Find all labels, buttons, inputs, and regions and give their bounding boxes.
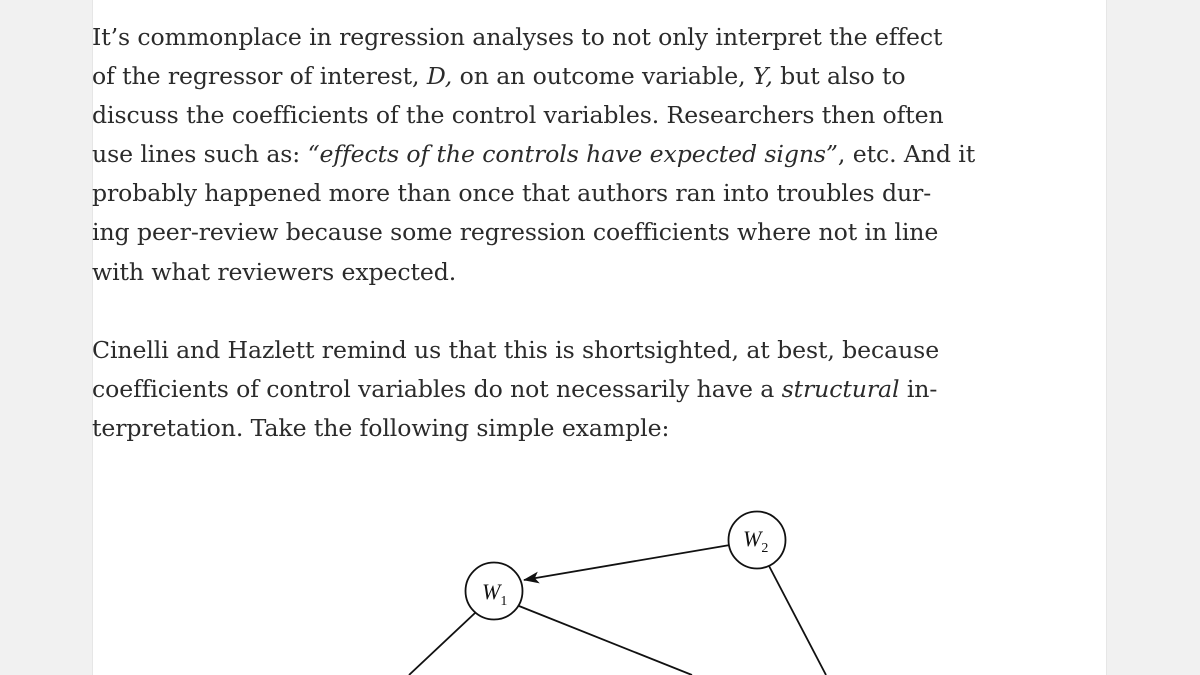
p1-line-3: discuss the coefficients of the control … — [92, 101, 944, 130]
variable-d: D, — [426, 62, 453, 91]
structural-emphasis: structural — [781, 374, 900, 403]
p1-line-4: use lines such as: “effects of the contr… — [92, 140, 976, 169]
paragraph-1: It’s commonplace in regression analyses … — [92, 18, 976, 292]
p1-line-7: with what reviewers expected. — [92, 257, 457, 286]
quoted-phrase: “effects of the controls have expected s… — [307, 140, 838, 169]
paragraph-2: Cinelli and Hazlett remind us that this … — [92, 331, 940, 448]
p2-line-3: terpretation. Take the following simple … — [92, 413, 670, 442]
article-body: It’s commonplace in regression analyses … — [92, 18, 976, 487]
variable-y: Y, — [752, 62, 773, 91]
p2-line-2: coefficients of control variables do not… — [92, 374, 938, 403]
p1-line-1: It’s commonplace in regression analyses … — [92, 23, 943, 51]
p1-line-2: of the regressor of interest, D, on an o… — [92, 62, 906, 91]
p1-line-6: ing peer-review because some regression … — [92, 218, 939, 247]
p2-line-1: Cinelli and Hazlett remind us that this … — [92, 335, 940, 364]
p1-line-5: probably happened more than once that au… — [92, 179, 932, 208]
